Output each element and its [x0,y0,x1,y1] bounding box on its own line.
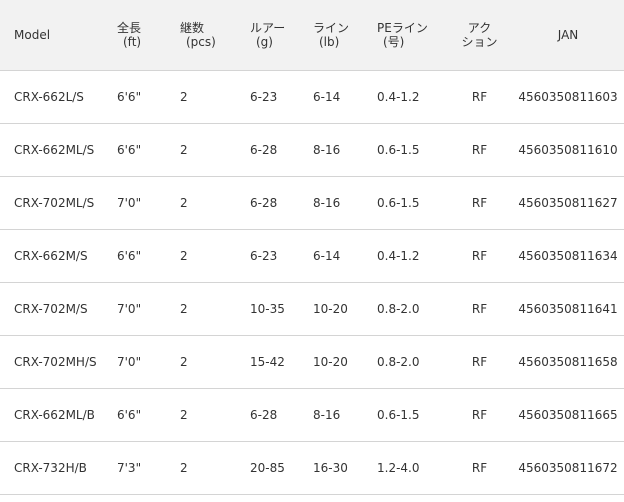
cell-line-weight: 8-16 [313,195,341,210]
cell-jan: 4560350811610 [518,142,618,157]
cell-jan: 4560350811627 [518,195,618,210]
header-label: ルアー [250,20,286,35]
header-label: PEライン [377,20,428,35]
cell-lure-weight: 15-42 [250,354,285,369]
cell-line-weight: 6-14 [313,89,341,104]
cell-line-weight: 8-16 [313,407,341,422]
cell-model: CRX-702ML/S [14,195,95,210]
cell-length: 7'0" [117,354,142,369]
cell-model: CRX-732H/B [14,460,87,475]
cell-pieces: 2 [180,195,188,210]
cell-pe-line: 0.4-1.2 [377,248,420,263]
cell-action: RF [471,460,488,475]
cell-action: RF [471,354,488,369]
table-row: CRX-702MH/S 7'0" 2 15-42 10-20 0.8-2.0 RF 45603… [0,335,624,388]
column-header-model: Model [0,0,117,70]
cell-model: CRX-662ML/B [14,407,95,422]
column-header-pieces: 継数 (pcs) [180,0,250,70]
cell-line-weight: 10-20 [313,354,348,369]
cell-model: CRX-702M/S [14,301,88,316]
cell-pieces: 2 [180,354,188,369]
table-body: CRX-662L/S 6'6" 2 6-23 6-14 0.4-1.2 RF 45603508… [0,70,624,494]
column-header-length: 全長 (ft) [117,0,180,70]
cell-line-weight: 16-30 [313,460,348,475]
cell-pieces: 2 [180,248,188,263]
cell-action: RF [471,195,488,210]
cell-model: CRX-662L/S [14,89,84,104]
cell-action: RF [471,301,488,316]
header-label: 全長 [117,20,142,35]
spec-table: Model 全長 (ft) 継数 (pcs) ルアー (g) ライン (lb) PEライン (号) ア… [0,0,624,495]
header-label: Model [14,27,51,42]
cell-action: RF [471,142,488,157]
cell-jan: 4560350811658 [518,354,618,369]
cell-action: RF [471,89,488,104]
table-row: CRX-702M/S 7'0" 2 10-35 10-20 0.8-2.0 RF 456035… [0,282,624,335]
table-row: CRX-662L/S 6'6" 2 6-23 6-14 0.4-1.2 RF 45603508… [0,70,624,123]
header-unit: (lb) [319,34,340,49]
cell-line-weight: 6-14 [313,248,341,263]
cell-pieces: 2 [180,460,188,475]
cell-pe-line: 1.2-4.0 [377,460,420,475]
cell-jan: 4560350811634 [518,248,618,263]
cell-length: 7'0" [117,301,142,316]
cell-lure-weight: 6-28 [250,407,278,422]
cell-lure-weight: 6-23 [250,248,278,263]
cell-line-weight: 10-20 [313,301,348,316]
header-unit: (号) [383,34,405,49]
table-row: CRX-662ML/S 6'6" 2 6-28 8-16 0.6-1.5 RF 4560350… [0,123,624,176]
column-header-lure-weight: ルアー (g) [250,0,313,70]
header-label: ライン [313,20,350,35]
cell-pe-line: 0.6-1.5 [377,142,420,157]
cell-lure-weight: 6-28 [250,195,278,210]
header-row: Model 全長 (ft) 継数 (pcs) ルアー (g) ライン (lb) PEライン (号) ア… [0,0,624,70]
cell-action: RF [471,407,488,422]
cell-pe-line: 0.6-1.5 [377,195,420,210]
cell-model: CRX-662ML/S [14,142,95,157]
table-row: CRX-702ML/S 7'0" 2 6-28 8-16 0.6-1.5 RF 4560350… [0,176,624,229]
table-row: CRX-662ML/B 6'6" 2 6-28 8-16 0.6-1.5 RF 4560350… [0,388,624,441]
column-header-pe-line: PEライン (号) [377,0,447,70]
table-row: CRX-732H/B 7'3" 2 20-85 16-30 1.2-4.0 RF 456035… [0,441,624,494]
cell-pieces: 2 [180,142,188,157]
cell-lure-weight: 10-35 [250,301,285,316]
cell-jan: 4560350811603 [518,89,618,104]
cell-action: RF [471,248,488,263]
header-label: アク [467,20,492,35]
cell-lure-weight: 6-23 [250,89,278,104]
header-unit: (g) [256,34,273,49]
table-row: CRX-662M/S 6'6" 2 6-23 6-14 0.4-1.2 RF 45603508… [0,229,624,282]
cell-pe-line: 0.8-2.0 [377,354,420,369]
cell-model: CRX-702MH/S [14,354,97,369]
header-unit: ション [461,34,498,49]
column-header-action: アク ション [447,0,512,70]
cell-pieces: 2 [180,407,188,422]
cell-length: 6'6" [117,407,142,422]
cell-pe-line: 0.8-2.0 [377,301,420,316]
cell-line-weight: 8-16 [313,142,341,157]
header-label: 継数 [180,20,205,35]
cell-length: 6'6" [117,248,142,263]
cell-length: 7'3" [117,460,142,475]
column-header-line-weight: ライン (lb) [313,0,377,70]
cell-pieces: 2 [180,89,188,104]
column-header-jan: JAN [512,0,624,70]
header-unit: (pcs) [186,34,216,49]
cell-length: 7'0" [117,195,142,210]
cell-model: CRX-662M/S [14,248,88,263]
header-unit: (ft) [123,34,142,49]
cell-length: 6'6" [117,89,142,104]
cell-pe-line: 0.6-1.5 [377,407,420,422]
cell-pieces: 2 [180,301,188,316]
cell-lure-weight: 20-85 [250,460,285,475]
cell-lure-weight: 6-28 [250,142,278,157]
cell-jan: 4560350811665 [518,407,618,422]
cell-pe-line: 0.4-1.2 [377,89,420,104]
cell-jan: 4560350811672 [518,460,618,475]
header-label: JAN [557,27,579,42]
cell-jan: 4560350811641 [518,301,618,316]
cell-length: 6'6" [117,142,142,157]
